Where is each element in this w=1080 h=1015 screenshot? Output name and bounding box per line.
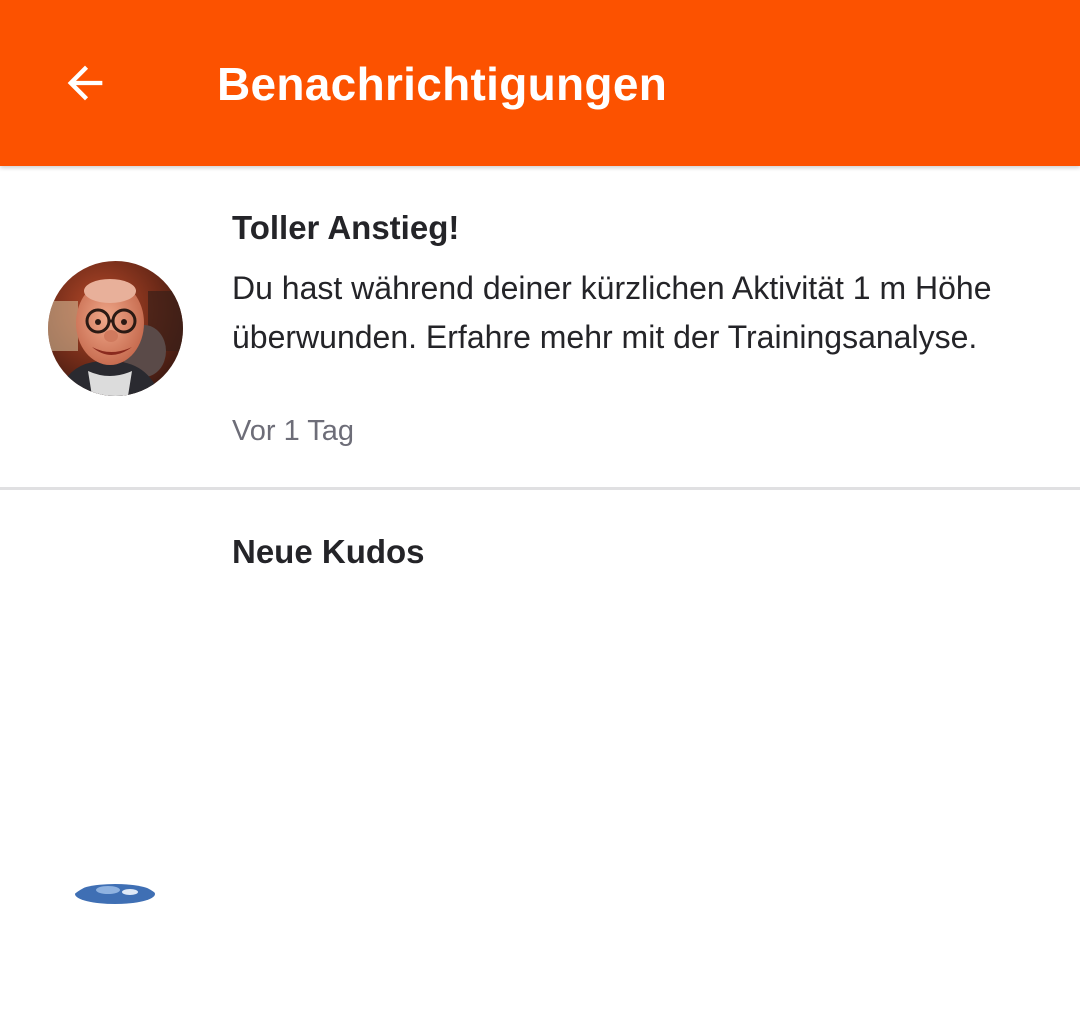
- page-title: Benachrichtigungen: [217, 58, 668, 110]
- divider: [0, 487, 1080, 490]
- arrow-back-icon: [67, 65, 103, 101]
- back-button[interactable]: [44, 42, 126, 124]
- user-avatar[interactable]: [48, 880, 183, 1015]
- notification-title: Neue Kudos: [232, 533, 425, 570]
- avatar-photo: [48, 880, 183, 1015]
- app-bar: Benachrichtigungen: [0, 0, 1080, 166]
- notification-title: Toller Anstieg!: [232, 209, 460, 246]
- notification-item[interactable]: Neue Kudos: [0, 324, 1080, 1015]
